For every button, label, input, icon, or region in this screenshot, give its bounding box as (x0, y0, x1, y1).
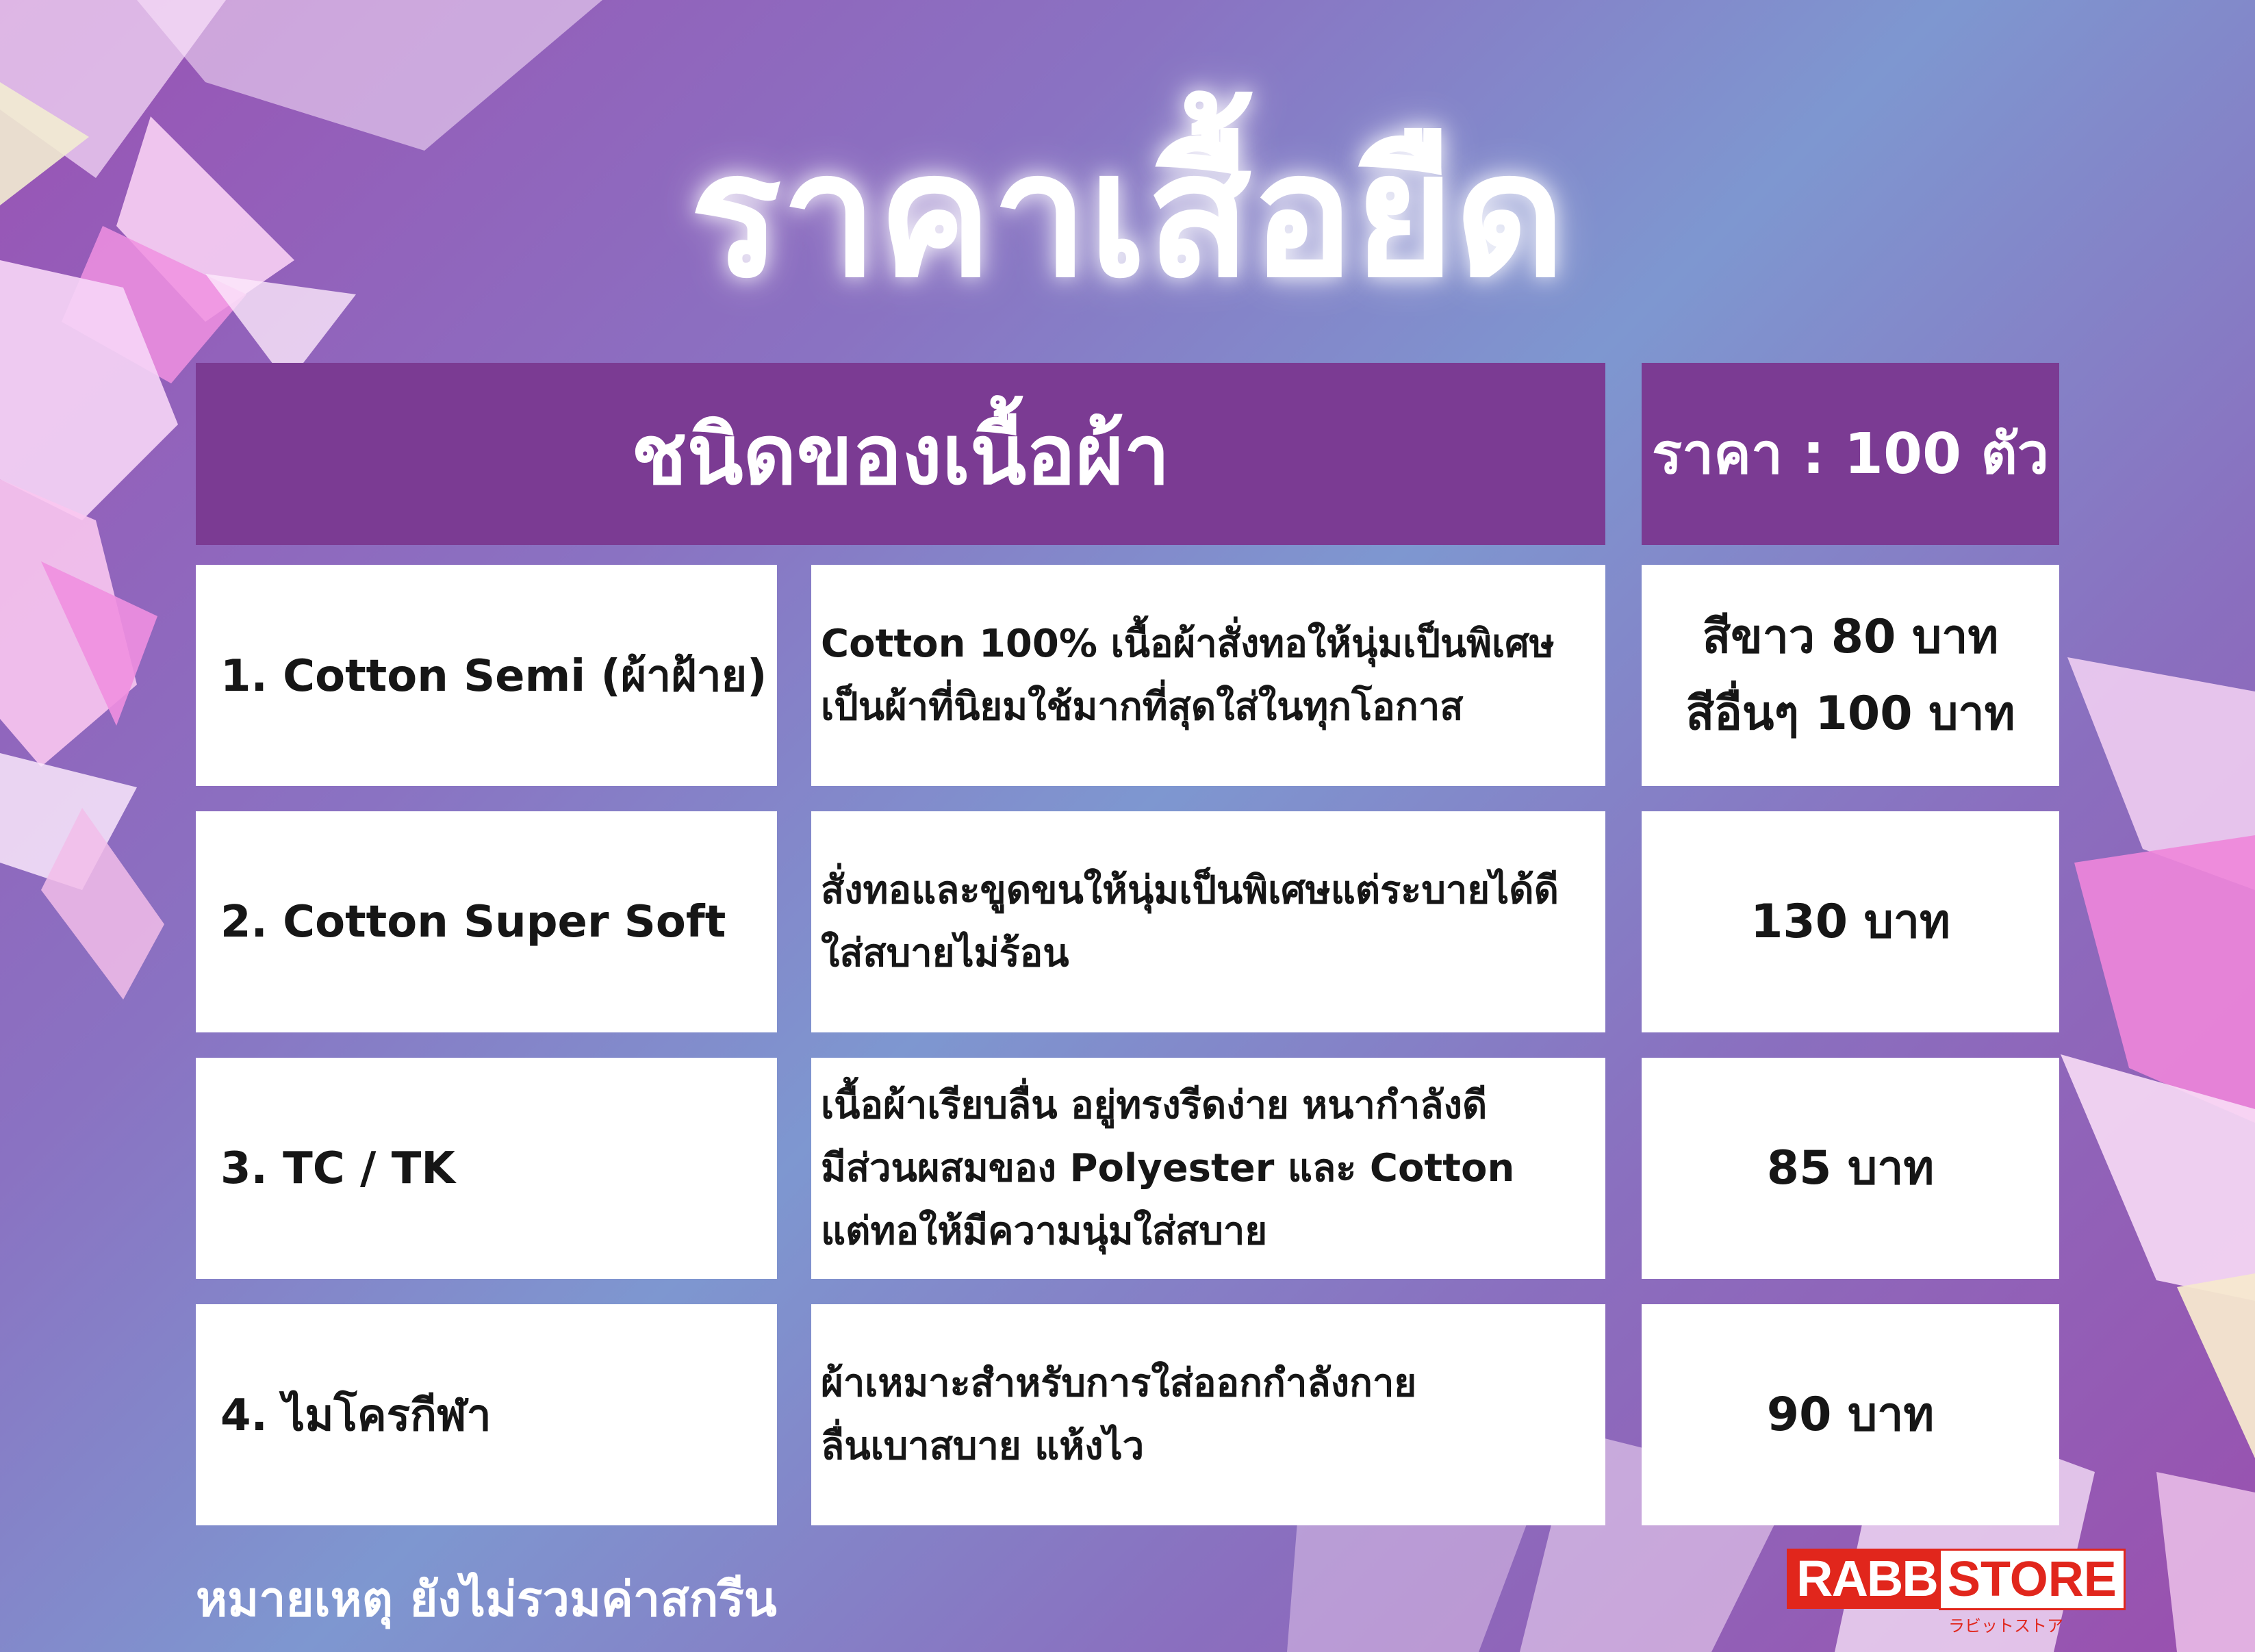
fabric-name-cell: 1. Cotton Semi (ผ้าฝ้าย) (196, 565, 777, 786)
description-line: Cotton 100% เนื้อผ้าสั่งทอให้นุ่มเป็นพิเ… (821, 621, 1555, 666)
description-line: ผ้าเหมาะสำหรับการใส่ออกกำลังกาย (821, 1360, 1417, 1406)
fabric-description-cell: สั่งทอและขูดขนให้นุ่มเป็นพิเศษแต่ระบายได… (811, 811, 1605, 1032)
footnote: หมายเหตุ ยังไม่รวมค่าสกรีน (196, 1571, 777, 1627)
description-line: ใส่สบายไม่ร้อน (821, 930, 1069, 976)
description-line: แต่ทอให้มีความนุ่มใส่สบาย (821, 1208, 1268, 1254)
price-cell: 130 บาท (1642, 811, 2059, 1032)
price-header: ราคา : 100 ตัว (1642, 363, 2059, 545)
price-line: 130 บาท (1750, 894, 1950, 949)
description-line: เป็นผ้าที่นิยมใช้มากที่สุดใส่ในทุกโอกาส (821, 684, 1464, 729)
price-cell: 85 บาท (1642, 1058, 2059, 1279)
description-line: เนื้อผ้าเรียบลื่น อยู่ทรงรีดง่าย หนากำลั… (821, 1082, 1488, 1128)
fabric-name-cell: 2. Cotton Super Soft (196, 811, 777, 1032)
fabric-description-cell: Cotton 100% เนื้อผ้าสั่งทอให้นุ่มเป็นพิเ… (811, 565, 1605, 786)
price-line: สีอื่นๆ 100 บาท (1685, 686, 2015, 741)
price-line: สีขาว 80 บาท (1702, 609, 1999, 664)
description-line: ลื่นเบาสบาย แห้งไว (821, 1423, 1145, 1469)
price-line: 90 บาท (1766, 1387, 1935, 1442)
description-line: สั่งทอและขูดขนให้นุ่มเป็นพิเศษแต่ระบายได… (821, 867, 1559, 913)
fabric-name-cell: 4. ไมโครกีฬา (196, 1304, 777, 1525)
price-cell: 90 บาท (1642, 1304, 2059, 1525)
logo-store: STORE (1939, 1549, 2126, 1610)
page-title: ราคาเสื้อยืด (689, 116, 1566, 315)
description-line: มีส่วนผสมของ Polyester และ Cotton (821, 1145, 1515, 1191)
price-line: 85 บาท (1766, 1141, 1935, 1195)
fabric-name-cell: 3. TC / TK (196, 1058, 777, 1279)
fabric-description-cell: ผ้าเหมาะสำหรับการใส่ออกกำลังกาย ลื่นเบาส… (811, 1304, 1605, 1525)
price-cell: สีขาว 80 บาท สีอื่นๆ 100 บาท (1642, 565, 2059, 786)
fabric-type-header: ชนิดของเนื้อผ้า (196, 363, 1605, 545)
logo-subtitle: ラビットストア (1948, 1616, 2063, 1636)
fabric-description-cell: เนื้อผ้าเรียบลื่น อยู่ทรงรีดง่าย หนากำลั… (811, 1058, 1605, 1279)
rabbits-store-logo: RABBITS STORE ラビットストア (1787, 1549, 2126, 1636)
